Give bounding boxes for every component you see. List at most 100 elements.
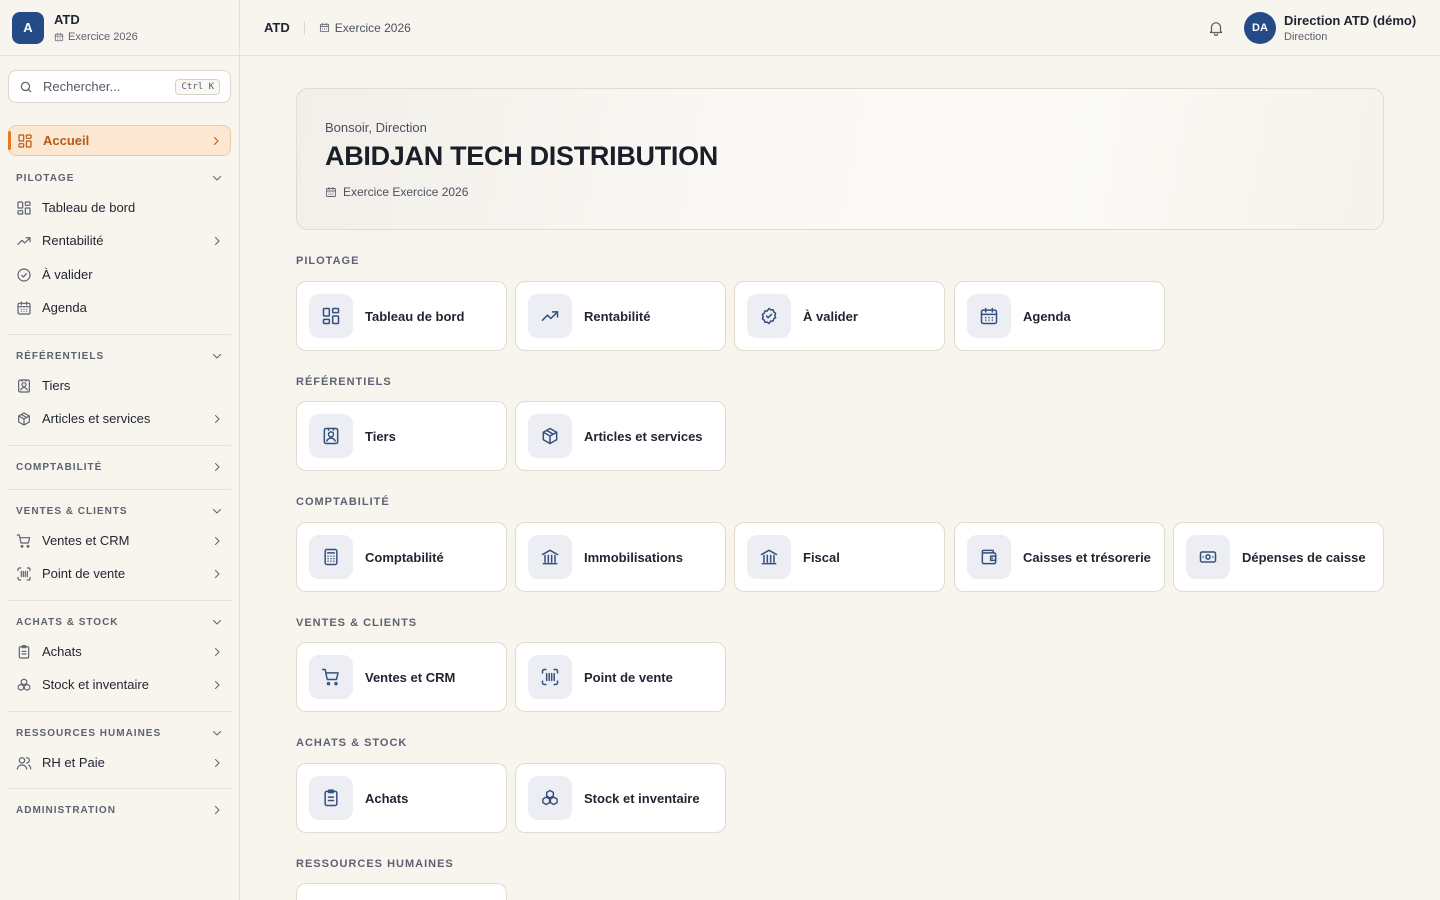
section-toggle-comptabilite[interactable]: COMPTABILITÉ [16, 459, 223, 475]
section-toggle-achats[interactable]: ACHATS & STOCK [16, 614, 223, 630]
card-label: Articles et services [584, 428, 703, 444]
trending-up-icon [540, 306, 560, 326]
section-toggle-referentiels[interactable]: RÉFÉRENTIELS [16, 348, 223, 364]
chevron-right-icon [211, 804, 223, 816]
chevron-down-icon [211, 616, 223, 628]
section-toggle-administration[interactable]: ADMINISTRATION [16, 802, 223, 818]
card-label: Fiscal [803, 549, 840, 565]
chevron-right-icon [211, 568, 223, 580]
brand-header[interactable]: A ATD Exercice 2026 [0, 0, 239, 56]
breadcrumb-org[interactable]: ATD [264, 20, 290, 35]
module-card-point-de-vente[interactable]: Point de vente [515, 642, 726, 712]
brand-logo: A [12, 11, 44, 44]
module-card-depenses[interactable]: Dépenses de caisse [1173, 522, 1384, 592]
sidebar-item-point-de-vente[interactable]: Point de vente [8, 558, 231, 589]
hero-exercise: Exercice Exercice 2026 [325, 185, 468, 199]
clipboard-icon [321, 788, 341, 808]
card-label: Point de vente [584, 669, 673, 685]
greeting: Bonsoir, Direction [325, 120, 427, 135]
card-label: Achats [365, 790, 409, 806]
divider [8, 445, 231, 446]
module-card-rh-partial[interactable] [296, 883, 507, 900]
trending-up-icon [16, 233, 32, 249]
section-toggle-pilotage[interactable]: PILOTAGE [16, 170, 223, 186]
section-title-ventes: VENTES & CLIENTS [296, 617, 418, 629]
brand-name: ATD [54, 11, 80, 27]
module-card-a-valider[interactable]: À valider [734, 281, 945, 351]
section-toggle-ventes[interactable]: VENTES & CLIENTS [16, 503, 223, 519]
welcome-banner: Bonsoir, Direction ABIDJAN TECH DISTRIBU… [296, 88, 1384, 230]
sidebar-item-label: Ventes et CRM [42, 533, 130, 548]
section-toggle-rh[interactable]: RESSOURCES HUMAINES [16, 725, 223, 741]
card-label: Tiers [365, 428, 396, 444]
grid-icon [17, 133, 33, 149]
sidebar-item-label: Stock et inventaire [42, 677, 149, 692]
notification-bell-icon[interactable] [1207, 19, 1225, 37]
cart-icon [16, 533, 32, 549]
module-card-tableau-de-bord[interactable]: Tableau de bord [296, 281, 507, 351]
chevron-right-icon [211, 235, 223, 247]
module-card-caisses[interactable]: Caisses et trésorerie [954, 522, 1165, 592]
module-card-articles[interactable]: Articles et services [515, 401, 726, 471]
module-card-rentabilite[interactable]: Rentabilité [515, 281, 726, 351]
sidebar-item-label: Agenda [42, 300, 87, 315]
hero-exercise-label: Exercice Exercice 2026 [343, 185, 469, 199]
user-name: Direction ATD (démo) [1284, 12, 1417, 28]
company-title: ABIDJAN TECH DISTRIBUTION [325, 141, 719, 171]
divider [8, 600, 231, 601]
package-icon [16, 411, 32, 427]
calendar-icon [16, 300, 32, 316]
sidebar-item-a-valider[interactable]: À valider [8, 259, 231, 290]
chevron-down-icon [211, 172, 223, 184]
badge-check-icon [759, 306, 779, 326]
section-title: ACHATS & STOCK [16, 616, 119, 628]
sidebar-item-stock[interactable]: Stock et inventaire [8, 669, 231, 700]
module-card-tiers[interactable]: Tiers [296, 401, 507, 471]
search-input[interactable] [43, 79, 176, 94]
sidebar-item-agenda[interactable]: Agenda [8, 292, 231, 323]
divider [8, 334, 231, 335]
sidebar-item-label: Point de vente [42, 566, 126, 581]
chevron-right-icon [211, 413, 223, 425]
sidebar-item-achats[interactable]: Achats [8, 636, 231, 667]
search-box[interactable]: Ctrl K [8, 70, 231, 103]
sidebar-item-tableau-de-bord[interactable]: Tableau de bord [8, 192, 231, 223]
sidebar-item-tiers[interactable]: Tiers [8, 370, 231, 401]
section-title-referentiels: RÉFÉRENTIELS [296, 376, 392, 388]
module-card-comptabilite[interactable]: Comptabilité [296, 522, 507, 592]
calendar-icon [325, 186, 337, 198]
avatar: DA [1244, 12, 1276, 44]
sidebar-item-accueil[interactable]: Accueil [8, 125, 231, 156]
landmark-icon [759, 547, 779, 567]
clipboard-icon [16, 644, 32, 660]
card-label: Caisses et trésorerie [1023, 549, 1151, 565]
module-card-immobilisations[interactable]: Immobilisations [515, 522, 726, 592]
module-card-achats[interactable]: Achats [296, 763, 507, 833]
sidebar-item-label: Articles et services [42, 411, 151, 426]
barcode-scan-icon [540, 667, 560, 687]
sidebar-item-rentabilite[interactable]: Rentabilité [8, 225, 231, 256]
section-title: VENTES & CLIENTS [16, 505, 128, 517]
search-shortcut: Ctrl K [175, 78, 220, 95]
sidebar-item-rh-paie[interactable]: RH et Paie [8, 747, 231, 778]
section-title: ADMINISTRATION [16, 804, 116, 816]
module-card-stock[interactable]: Stock et inventaire [515, 763, 726, 833]
user-role: Direction [1284, 30, 1328, 43]
chevron-right-icon [211, 461, 223, 473]
sidebar-item-articles[interactable]: Articles et services [8, 403, 231, 434]
exercise-selector[interactable]: Exercice 2026 [319, 21, 411, 35]
dashboard-icon [321, 306, 341, 326]
module-card-ventes-crm[interactable]: Ventes et CRM [296, 642, 507, 712]
module-card-agenda[interactable]: Agenda [954, 281, 1165, 351]
module-card-fiscal[interactable]: Fiscal [734, 522, 945, 592]
card-label: Rentabilité [584, 308, 651, 324]
chevron-down-icon [211, 505, 223, 517]
user-menu[interactable]: DA Direction ATD (démo) Direction [1244, 12, 1416, 44]
users-icon [16, 755, 32, 771]
boxes-icon [16, 677, 32, 693]
sidebar-item-label: Accueil [43, 133, 90, 148]
divider [303, 20, 305, 35]
sidebar: A ATD Exercice 2026 Ctrl K Accueil PILOT… [0, 0, 240, 900]
sidebar-item-ventes-crm[interactable]: Ventes et CRM [8, 525, 231, 556]
exercise-label: Exercice 2026 [334, 20, 411, 35]
